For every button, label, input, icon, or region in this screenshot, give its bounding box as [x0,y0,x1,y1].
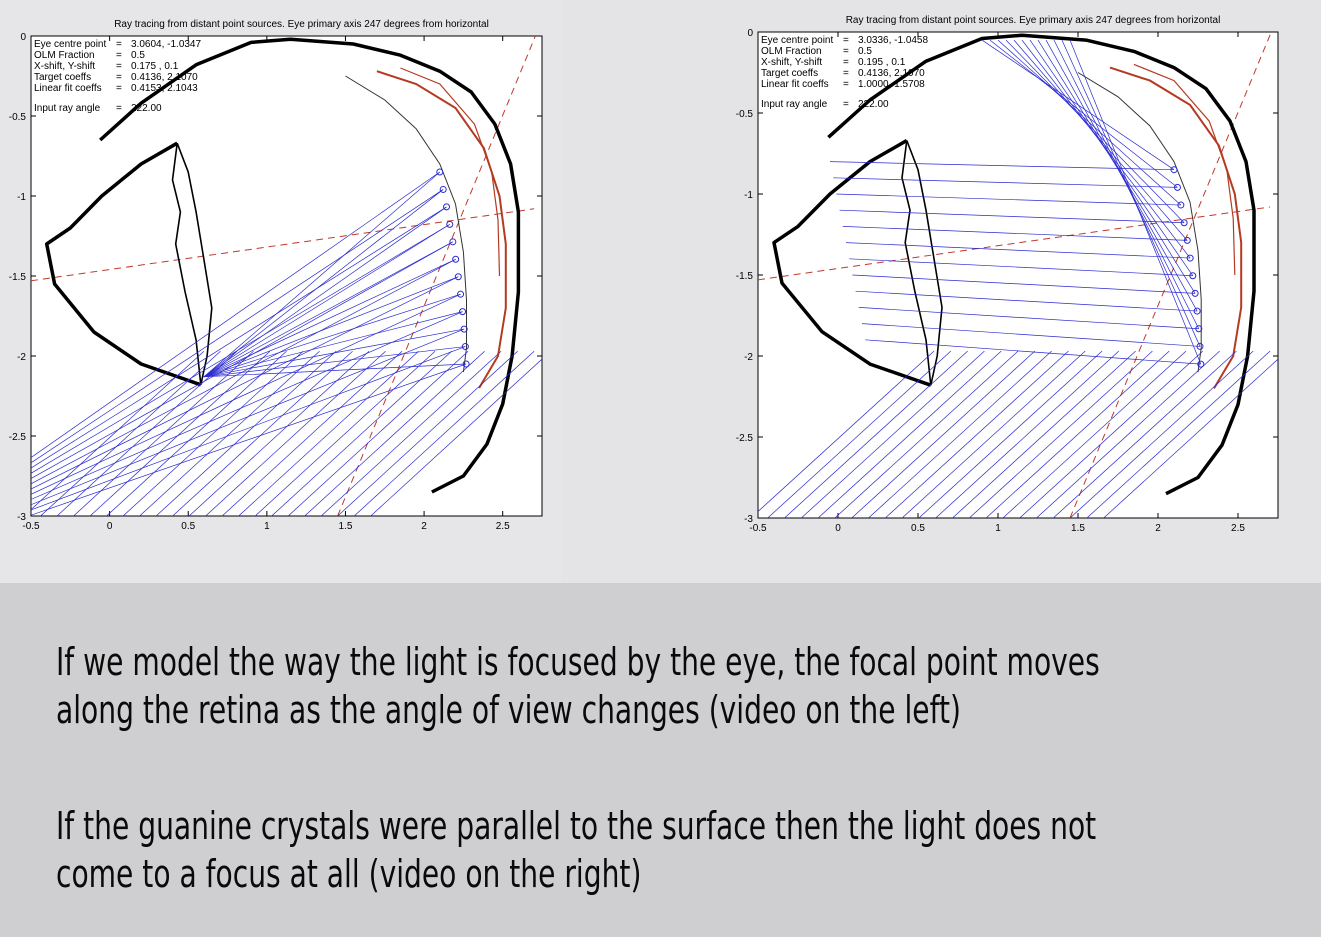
x-tick-label: 0.5 [911,523,925,534]
x-tick-label: 2.5 [1231,523,1245,534]
caption-2-line-2: come to a focus at all (video on the rig… [56,852,642,896]
caption-2-line-1: If the guanine crystals were parallel to… [56,804,1097,848]
caption-left-video: If we model the way the light is focused… [56,638,1100,734]
info-label: X-shift, Y-shift [34,61,95,72]
info-label: Target coeffs [761,68,818,79]
y-tick-label: -1.5 [9,272,27,283]
plot-title: Ray tracing from distant point sources. … [846,15,1221,26]
y-tick-label: -1 [17,192,26,203]
info-equals: = [843,68,849,79]
plot-title: Ray tracing from distant point sources. … [114,19,489,30]
info-value: 0.5 [131,50,145,61]
info-equals: = [116,50,122,61]
info-equals: = [116,61,122,72]
y-tick-label: 0 [747,28,753,39]
x-tick-label: 2 [1155,523,1161,534]
caption-1-line-2: along the retina as the angle of view ch… [56,688,961,732]
right-ray-trace-plot: Ray tracing from distant point sources. … [736,15,1279,534]
info-label: Eye centre point [34,39,106,50]
info-value: 0.4136, 2.1070 [131,72,198,83]
info-label: OLM Fraction [761,46,822,57]
info-value: 3.0604, -1.0347 [131,39,201,50]
right-plot-panel: Ray tracing from distant point sources. … [561,0,1321,583]
info-label: Linear fit coeffs [761,79,829,90]
info-equals: = [843,35,849,46]
input-ray-equals: = [843,99,849,110]
left-ray-trace-plot: Ray tracing from distant point sources. … [9,19,543,532]
info-equals: = [116,39,122,50]
info-value: 3.0336, -1.0458 [858,35,928,46]
info-value: 0.5 [858,46,872,57]
x-tick-label: 2.5 [496,521,510,532]
y-tick-label: -2.5 [736,433,754,444]
y-tick-label: 0 [20,32,26,43]
info-label: OLM Fraction [34,50,95,61]
info-value: 0.195 , 0.1 [858,57,906,68]
x-tick-label: 2 [421,521,427,532]
x-tick-label: 1 [264,521,270,532]
x-tick-label: 0 [107,521,113,532]
info-equals: = [843,46,849,57]
left-plot-panel: Ray tracing from distant point sources. … [0,0,561,583]
y-tick-label: -2 [744,352,753,363]
info-equals: = [116,83,122,94]
y-tick-label: -3 [744,514,753,525]
info-label: Eye centre point [761,35,833,46]
y-tick-label: -1 [744,190,753,201]
caption-1-line-1: If we model the way the light is focused… [56,640,1100,684]
caption-right-video: If the guanine crystals were parallel to… [56,802,1097,898]
x-tick-label: 0 [835,523,841,534]
y-tick-label: -0.5 [9,112,27,123]
y-tick-label: -1.5 [736,271,754,282]
info-label: Linear fit coeffs [34,83,102,94]
info-equals: = [116,72,122,83]
y-tick-label: -3 [17,512,26,523]
info-value: 0.175 , 0.1 [131,61,179,72]
y-tick-label: -2.5 [9,432,27,443]
y-tick-label: -2 [17,352,26,363]
info-label: X-shift, Y-shift [761,57,822,68]
x-tick-label: 1.5 [1071,523,1085,534]
input-ray-label: Input ray angle [761,99,828,110]
x-tick-label: 0.5 [181,521,195,532]
input-ray-equals: = [116,103,122,114]
info-label: Target coeffs [34,72,91,83]
x-tick-label: 1.5 [339,521,353,532]
input-ray-label: Input ray angle [34,103,101,114]
y-tick-label: -0.5 [736,109,754,120]
info-equals: = [843,57,849,68]
info-equals: = [843,79,849,90]
x-tick-label: 1 [995,523,1001,534]
